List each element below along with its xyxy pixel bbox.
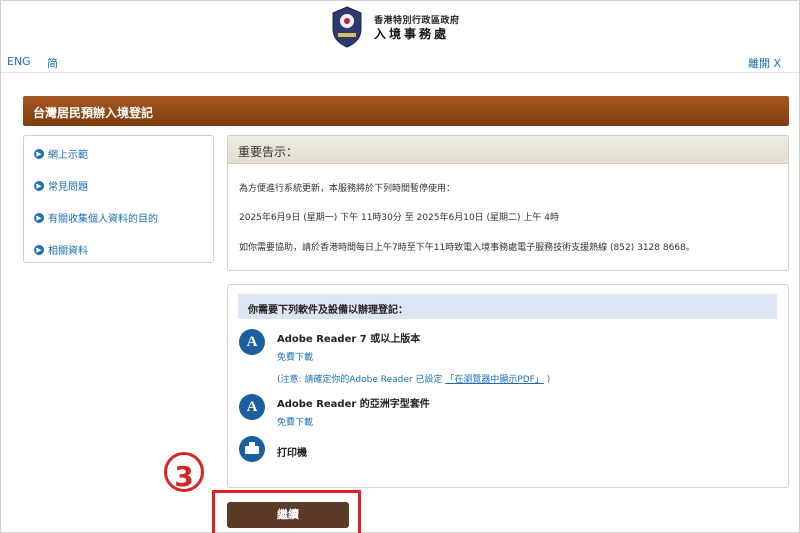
- page-banner: 台灣居民預辦入境登記: [23, 96, 789, 126]
- sidebar-item-faq[interactable]: ▶ 常見問題: [34, 178, 88, 193]
- download-link[interactable]: 免費下載: [277, 415, 313, 428]
- requirements-title: 你需要下列軟件及設備以辦理登記：: [248, 305, 408, 316]
- notice-text: 如你需要協助，請於香港時間每日上午7時至下午11時致電入境事務處電子服務技術支援…: [239, 243, 695, 253]
- note-prefix: (注意: 請確定你的Adobe Reader 已設定: [277, 375, 443, 385]
- requirements-panel: 你需要下列軟件及設備以辦理登記： A Adobe Reader 7 或以上版本 …: [227, 284, 789, 488]
- arrow-right-icon: ▶: [34, 244, 44, 255]
- adobe-icon: A: [239, 329, 265, 355]
- sidebar-item-label: 有關收集個人資料的目的: [48, 214, 158, 225]
- pdf-settings-link[interactable]: 「在瀏覽器中顯示PDF」: [445, 375, 544, 385]
- page-title: 台灣居民預辦入境登記: [33, 106, 154, 120]
- sidebar-item-demo[interactable]: ▶ 網上示範: [34, 146, 88, 161]
- sidebar-item-label: 常見問題: [48, 182, 88, 193]
- important-notice-panel: 重要告示： 為方便進行系統更新，本服務將於下列時間暫停使用： 2025年6月9日…: [227, 135, 789, 271]
- english-link[interactable]: ENG: [7, 55, 31, 68]
- note-suffix: ): [546, 375, 551, 385]
- header: 香港特別行政區政府 入境事務處 ENG 简 離開 X: [1, 1, 799, 73]
- notice-title: 重要告示：: [238, 145, 299, 159]
- leave-link[interactable]: 離開 X: [748, 55, 781, 71]
- adobe-icon: A: [239, 394, 265, 420]
- sidebar-item-related[interactable]: ▶ 相關資料: [34, 242, 88, 257]
- continue-button[interactable]: 繼續: [227, 502, 349, 528]
- notice-text: 為方便進行系統更新，本服務將於下列時間暫停使用：: [239, 184, 456, 194]
- software-name: 打印機: [277, 448, 307, 459]
- printer-icon: [239, 436, 265, 462]
- note-text: (注意: 請確定你的Adobe Reader 已設定 「在瀏覽器中顯示PDF」 …: [277, 372, 550, 385]
- org-name: 入境事務處: [374, 27, 450, 41]
- sidebar-item-label: 相關資料: [48, 246, 88, 257]
- notice-text: 2025年6月9日 (星期一) 下午 11時30分 至 2025年6月10日 (…: [239, 213, 560, 223]
- sidebar-item-privacy[interactable]: ▶ 有關收集個人資料的目的: [34, 210, 158, 225]
- step-number: 3: [174, 460, 194, 493]
- simplified-chinese-link[interactable]: 简: [47, 55, 58, 71]
- download-link[interactable]: 免費下載: [277, 350, 313, 363]
- immigration-emblem-icon: [332, 6, 362, 48]
- page: 香港特別行政區政府 入境事務處 ENG 简 離開 X 台灣居民預辦入境登記 ▶ …: [0, 0, 800, 533]
- software-name: Adobe Reader 7 或以上版本: [277, 334, 421, 345]
- arrow-right-icon: ▶: [34, 148, 44, 159]
- arrow-right-icon: ▶: [34, 180, 44, 191]
- notice-header: 重要告示：: [228, 136, 788, 164]
- requirements-header: 你需要下列軟件及設備以辦理登記：: [238, 294, 777, 319]
- arrow-right-icon: ▶: [34, 212, 44, 223]
- sidebar: ▶ 網上示範 ▶ 常見問題 ▶ 有關收集個人資料的目的 ▶ 相關資料: [23, 135, 214, 263]
- step-marker: 3: [157, 452, 211, 494]
- software-name: Adobe Reader 的亞洲字型套件: [277, 399, 430, 410]
- sidebar-item-label: 網上示範: [48, 150, 88, 161]
